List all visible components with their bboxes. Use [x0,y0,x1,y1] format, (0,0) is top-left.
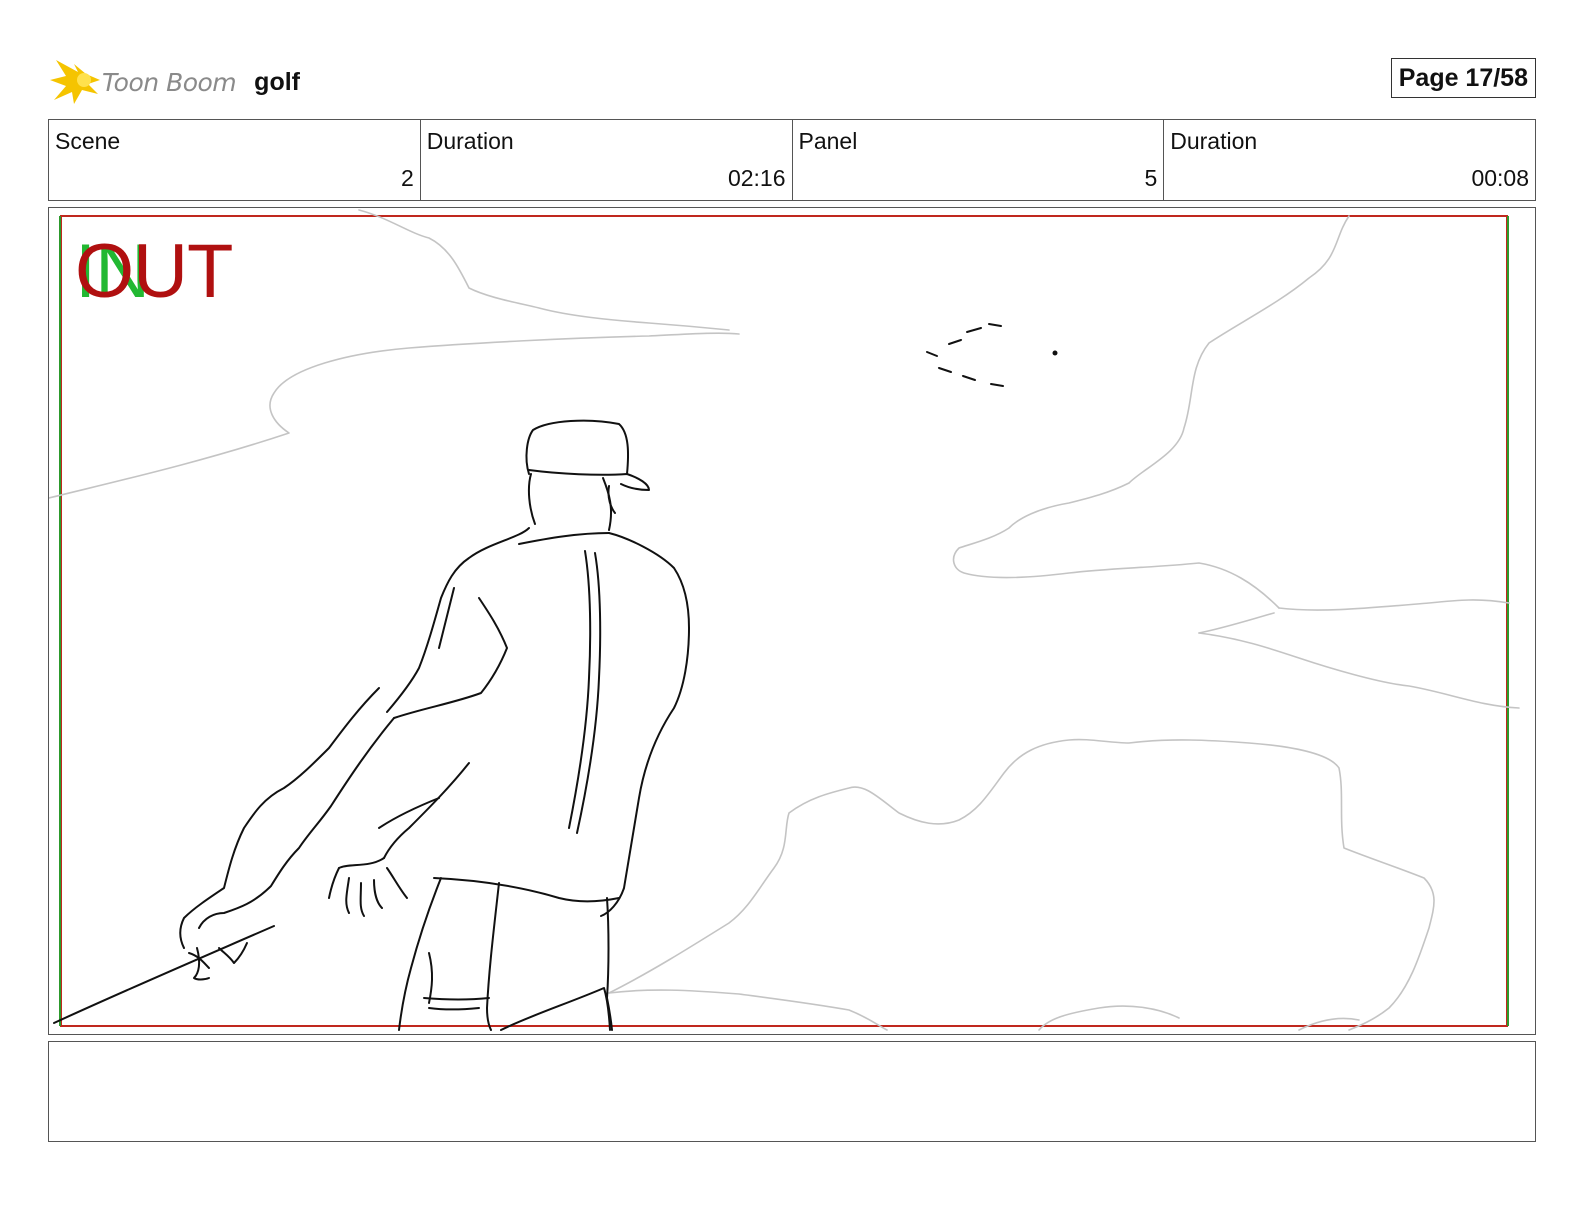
panel-notes-box[interactable] [48,1041,1536,1142]
scene-duration-cell: Duration 02:16 [421,120,793,200]
cloud-sketch [49,209,1520,1031]
scene-value: 2 [400,165,414,191]
scene-cell: Scene 2 [49,120,421,200]
storyboard-panel: IN OUT [48,207,1536,1035]
toon-boom-logo: Toon Boom golf [48,54,300,110]
scene-duration-value: 02:16 [727,165,786,191]
page-header: Toon Boom golf Page 17/58 [48,52,1536,108]
scene-info-table: Scene 2 Duration 02:16 Panel 5 Duration … [48,119,1536,201]
panel-value: 5 [1144,165,1158,191]
panel-duration-value: 00:08 [1471,165,1529,191]
panel-label: Panel [798,128,858,154]
golf-ball [1052,350,1058,356]
golfer-sketch [53,419,690,1031]
project-name: golf [254,67,300,96]
out-marker: OUT [75,229,233,314]
page-indicator: Page 17/58 [1390,58,1536,98]
logo-text: Toon Boom [102,67,237,97]
scene-duration-label: Duration [426,128,514,154]
toon-boom-star-icon [50,60,100,104]
panel-cell: Panel 5 [793,120,1165,200]
panel-duration-cell: Duration 00:08 [1164,120,1535,200]
scene-label: Scene [55,128,121,154]
panel-duration-label: Duration [1170,128,1258,154]
panel-sketch [49,209,1520,1031]
safe-frame [60,215,1508,1027]
bird-sketch [926,323,1004,387]
